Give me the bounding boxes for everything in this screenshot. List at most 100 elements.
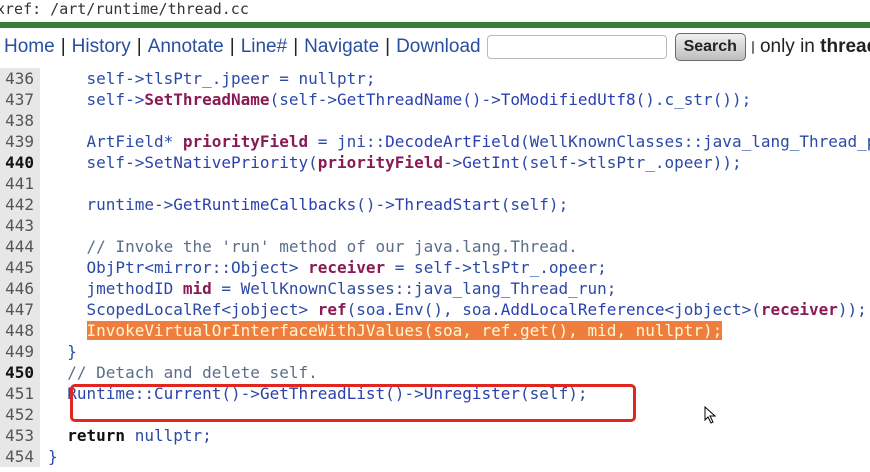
code-token: -> [442, 153, 463, 172]
code-line: 450 // Detach and delete self. [0, 362, 870, 383]
code-token: receiver [760, 300, 838, 319]
only-in-file-label: only in thread.cc [760, 36, 870, 58]
annotate-link[interactable]: Annotate [148, 36, 224, 58]
code-line: 441 [0, 173, 870, 194]
code-text: self->tlsPtr_.jpeer = nullptr; [48, 68, 376, 89]
code-line: 451 Runtime::Current()->GetThreadList()-… [0, 383, 870, 404]
line-number[interactable]: 454 [0, 446, 40, 467]
code-line: 444 // Invoke the 'run' method of our ja… [0, 236, 870, 257]
code-token: SetThreadName [144, 90, 270, 109]
code-token: (self-> [269, 90, 337, 109]
code-token: runtime-> [48, 195, 174, 214]
nav-separator: | [136, 36, 142, 57]
code-token: (soa.Env(), soa. [346, 300, 501, 319]
code-text: Runtime::Current()->GetThreadList()->Unr… [48, 383, 587, 404]
code-line: 443 [0, 215, 870, 236]
code-token: ().c_str()); [635, 90, 752, 109]
code-token: Unregister [423, 384, 521, 403]
code-token: ArtField* [48, 132, 183, 151]
navigation-bar: Home | History | Annotate | Line# | Navi… [0, 28, 870, 66]
line-number[interactable]: 437 [0, 89, 40, 110]
code-line: 439 ArtField* priorityField = jni::Decod… [0, 131, 870, 152]
code-line: 442 runtime->GetRuntimeCallbacks()->Thre… [0, 194, 870, 215]
line-number[interactable]: 445 [0, 257, 40, 278]
code-token: } [48, 447, 58, 466]
code-token: jmethodID [48, 279, 183, 298]
nav-separator: | [60, 36, 66, 57]
code-token: self->tlsPtr_.jpeer = nullptr; [48, 69, 376, 88]
code-token: Runtime:: [48, 384, 154, 403]
code-token: return [67, 426, 126, 445]
code-token: = WellKnownClasses::java_lang_Thread_run… [211, 279, 617, 298]
code-text: jmethodID mid = WellKnownClasses::java_l… [48, 278, 617, 299]
code-token: self-> [48, 90, 145, 109]
line-number[interactable]: 453 [0, 425, 40, 446]
code-token: self-> [48, 153, 145, 172]
line-numbers-link[interactable]: Line# [241, 36, 288, 58]
code-token: (self); [520, 384, 588, 403]
code-token: ToModifiedUtf8 [500, 90, 636, 109]
code-token: priorityField [182, 132, 309, 151]
line-number[interactable]: 443 [0, 215, 40, 236]
code-token: Current [153, 384, 222, 403]
line-number[interactable]: 448 [0, 320, 40, 341]
line-number[interactable]: 452 [0, 404, 40, 425]
line-number[interactable]: 447 [0, 299, 40, 320]
code-token: ThreadStart [394, 195, 501, 214]
code-token: nullptr; [125, 426, 212, 445]
code-token: GetThreadList [259, 384, 386, 403]
highlighted-code: InvokeVirtualOrInterfaceWithJValues(soa,… [86, 321, 723, 340]
code-token: (WellKnownClasses::java_lang_Thread_prio… [520, 132, 870, 151]
code-text: self->SetThreadName(self->GetThreadName(… [48, 89, 752, 110]
only-in-prefix: only in [759, 36, 815, 57]
line-number[interactable]: 444 [0, 236, 40, 257]
code-line: 445 ObjPtr<mirror::Object> receiver = se… [0, 257, 870, 278]
code-text: InvokeVirtualOrInterfaceWithJValues(soa,… [48, 320, 723, 341]
mouse-cursor-icon [704, 406, 717, 424]
code-token: ()-> [462, 90, 501, 109]
line-number[interactable]: 438 [0, 110, 40, 131]
code-token: ( [308, 153, 318, 172]
code-text: self->SetNativePriority(priorityField->G… [48, 152, 742, 173]
code-line: 453 return nullptr; [0, 425, 870, 446]
code-text: } [48, 341, 77, 362]
code-token: = jni:: [308, 132, 386, 151]
line-number[interactable]: 439 [0, 131, 40, 152]
line-number[interactable]: 451 [0, 383, 40, 404]
code-line: 437 self->SetThreadName(self->GetThreadN… [0, 89, 870, 110]
line-number[interactable]: 440 [0, 152, 40, 173]
search-button[interactable]: Search [674, 33, 746, 61]
code-token: } [48, 342, 77, 361]
only-in-file-checkbox[interactable] [751, 40, 754, 54]
line-number[interactable]: 441 [0, 173, 40, 194]
line-number[interactable]: 449 [0, 341, 40, 362]
code-token: GetInt [462, 153, 521, 172]
history-link[interactable]: History [72, 36, 131, 58]
only-in-filename: thread.cc [820, 36, 870, 57]
nav-separator: | [385, 36, 391, 57]
download-link[interactable]: Download [396, 36, 481, 58]
line-number[interactable]: 436 [0, 68, 40, 89]
code-token: ()-> [221, 384, 260, 403]
code-text: return nullptr; [48, 425, 212, 446]
code-line: 446 jmethodID mid = WellKnownClasses::ja… [0, 278, 870, 299]
navigate-link[interactable]: Navigate [304, 36, 379, 58]
code-line: 448 InvokeVirtualOrInterfaceWithJValues(… [0, 320, 870, 341]
code-text: // Invoke the 'run' method of our java.l… [48, 236, 578, 257]
search-input[interactable] [486, 35, 667, 59]
code-token: // Detach and delete self. [48, 363, 318, 382]
code-text: } [48, 446, 58, 467]
line-number[interactable]: 442 [0, 194, 40, 215]
home-link[interactable]: Home [4, 36, 55, 58]
xref-path: xref: /art/runtime/thread.cc [0, 0, 249, 18]
code-line: 438 [0, 110, 870, 131]
line-number[interactable]: 446 [0, 278, 40, 299]
code-line: 454} [0, 446, 870, 467]
line-number[interactable]: 450 [0, 362, 40, 383]
code-line: 449 } [0, 341, 870, 362]
code-token: (self); [500, 195, 569, 214]
code-text: ScopedLocalRef<jobject> ref(soa.Env(), s… [48, 299, 867, 320]
code-token: ScopedLocalRef<jobject> [48, 300, 318, 319]
